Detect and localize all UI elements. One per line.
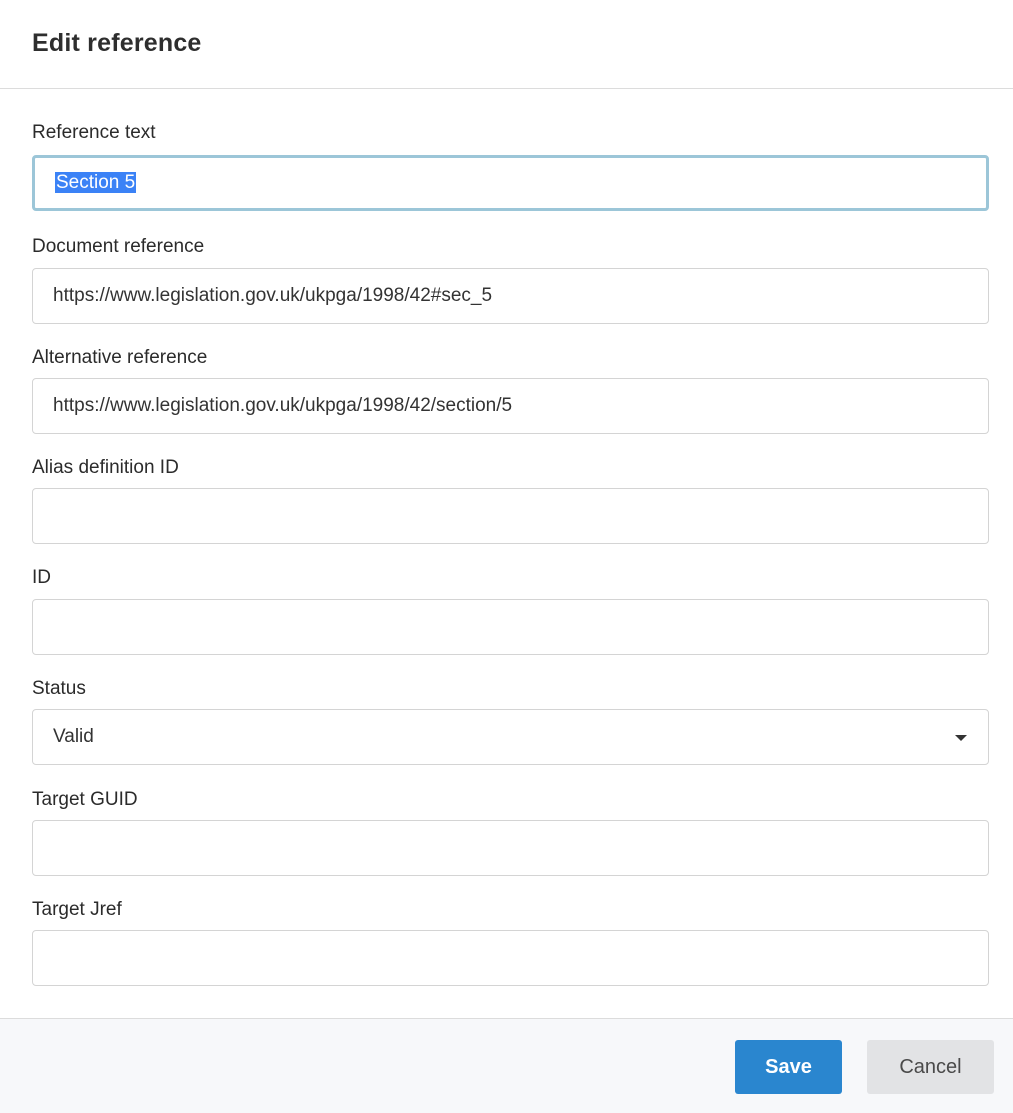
alternative-reference-label: Alternative reference (32, 347, 208, 368)
alternative-reference-input[interactable]: https://www.legislation.gov.uk/ukpga/199… (32, 378, 989, 434)
reference-text-field: Reference text Section 5 (32, 120, 989, 211)
reference-text-input[interactable]: Section 5 (32, 155, 989, 211)
target-jref-field: Target Jref (32, 897, 989, 986)
id-label: ID (32, 567, 51, 588)
cancel-button[interactable]: Cancel (867, 1040, 994, 1094)
status-field: Status Valid (32, 676, 989, 765)
reference-text-selected-value: Section 5 (55, 172, 137, 193)
target-jref-label: Target Jref (32, 899, 122, 920)
document-reference-label: Document reference (32, 236, 205, 257)
dialog-body: Reference text Section 5 Document refere… (0, 89, 1013, 1018)
dialog-title: Edit reference (32, 29, 202, 57)
status-select[interactable]: Valid (32, 709, 989, 765)
edit-reference-dialog: Edit reference Reference text Section 5 … (0, 0, 1013, 1113)
status-label: Status (32, 678, 86, 699)
status-select-value: Valid (32, 709, 989, 765)
document-reference-input[interactable]: https://www.legislation.gov.uk/ukpga/199… (32, 268, 989, 324)
target-jref-input[interactable] (32, 930, 989, 986)
reference-text-label: Reference text (32, 122, 156, 143)
alias-definition-id-input[interactable] (32, 488, 989, 544)
id-field: ID (32, 565, 989, 655)
save-button[interactable]: Save (735, 1040, 842, 1094)
target-guid-label: Target GUID (32, 789, 138, 810)
dialog-header: Edit reference (0, 0, 1013, 89)
dialog-footer: Save Cancel (0, 1018, 1013, 1113)
alias-definition-id-label: Alias definition ID (32, 457, 179, 478)
caret-down-icon (955, 735, 967, 741)
document-reference-field: Document reference https://www.legislati… (32, 234, 989, 324)
alias-definition-id-field: Alias definition ID (32, 455, 989, 544)
alternative-reference-field: Alternative reference https://www.legisl… (32, 345, 989, 434)
id-input[interactable] (32, 599, 989, 655)
target-guid-field: Target GUID (32, 787, 989, 876)
target-guid-input[interactable] (32, 820, 989, 876)
